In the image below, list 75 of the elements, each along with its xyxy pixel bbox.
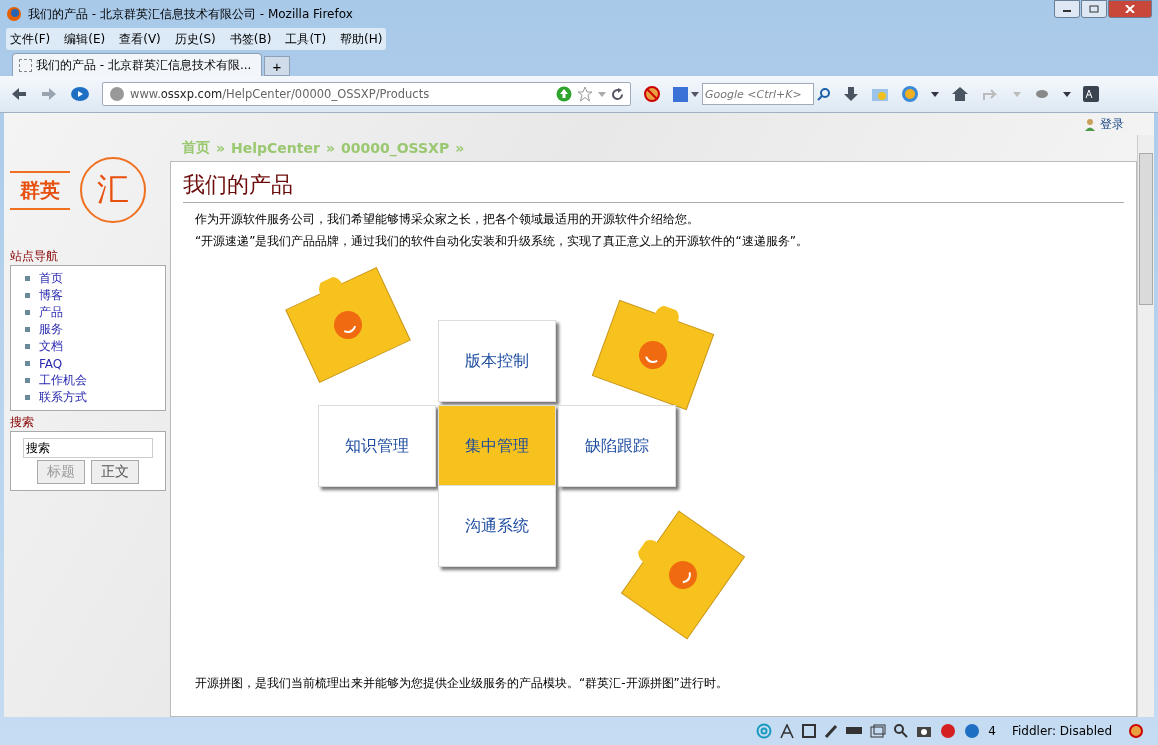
section-title: 搜索 (10, 414, 35, 431)
minimize-button[interactable] (1054, 0, 1080, 18)
star-icon[interactable] (577, 86, 593, 102)
back-arrow-icon[interactable] (10, 86, 28, 102)
address-field[interactable]: www.ossxp.com/HelpCenter/00000_OSSXP/Products (102, 82, 631, 106)
page-icon (19, 58, 32, 72)
caret-icon[interactable] (691, 91, 699, 97)
ball-icon[interactable] (940, 723, 957, 739)
play-circle-icon[interactable] (70, 86, 90, 102)
nav-link[interactable]: 博客 (39, 287, 63, 304)
puzzle-piece: 版本控制 (438, 320, 556, 402)
font-icon[interactable] (1083, 86, 1099, 102)
bullet-icon (25, 361, 30, 366)
breadcrumb-separator: » (455, 140, 465, 156)
nav-link[interactable]: 服务 (39, 321, 63, 338)
menu-item[interactable]: 查看(V) (119, 30, 161, 48)
bullet-icon (25, 276, 30, 281)
menu-item[interactable]: 文件(F) (10, 30, 51, 48)
maximize-icon (1089, 4, 1099, 13)
windows-icon[interactable] (870, 724, 887, 738)
breadcrumb-separator: » (325, 140, 335, 156)
font-icon[interactable] (780, 723, 795, 739)
search-button[interactable]: 正文 (91, 460, 139, 484)
breadcrumb-separator: » (216, 140, 226, 156)
nav-link[interactable]: 产品 (39, 304, 63, 321)
menu-item[interactable]: 编辑(E) (64, 30, 106, 48)
menu-item[interactable]: 工具(T) (285, 30, 327, 48)
url-text: www.ossxp.com/HelpCenter/00000_OSSXP/Products (130, 87, 431, 101)
login-link[interactable]: 登录 (1100, 115, 1124, 133)
fiddler-status[interactable]: Fiddler: Disabled (1011, 724, 1112, 738)
nav-link[interactable]: 工作机会 (39, 372, 87, 389)
camera-icon[interactable] (916, 724, 933, 738)
bullet-icon (25, 378, 30, 383)
logo-stamp: 群英 汇 (10, 135, 170, 245)
count-text: 4 (988, 724, 996, 738)
section-title: 站点导航 (10, 248, 59, 265)
home-icon[interactable] (951, 86, 969, 102)
nav-link[interactable]: 联系方式 (39, 389, 87, 406)
page-heading: 我们的产品 (183, 170, 1124, 203)
bullet-icon (25, 327, 30, 332)
intro-paragraph: 作为开源软件服务公司，我们希望能够博采众家之长，把各个领域最适用的开源软件介绍给您。 (195, 211, 700, 227)
menu-item[interactable]: 书签(B) (229, 30, 272, 48)
puzzle-piece: 知识管理 (318, 405, 436, 487)
site-search-field[interactable]: 搜索 (23, 438, 153, 458)
blocked-icon[interactable] (643, 85, 661, 103)
new-tab-button[interactable]: + (264, 56, 290, 76)
magnifier-icon[interactable] (894, 724, 909, 738)
caret-icon[interactable] (1063, 91, 1071, 97)
nav-link[interactable]: FAQ (39, 356, 63, 371)
scrollbar[interactable] (1137, 135, 1154, 717)
search-icon[interactable] (817, 87, 831, 101)
intro-paragraph: “开源速递”是我们产品品牌，通过我们的软件自动化安装和升级系统，实现了真正意义上的开源软件的“速递服务”。 (195, 233, 809, 249)
puzzle-piece: 缺陷跟踪 (558, 405, 676, 487)
nav-link[interactable]: 首页 (39, 270, 63, 287)
nav-link[interactable]: 文档 (39, 338, 63, 355)
blocked-icon[interactable] (1128, 723, 1144, 739)
bullet-icon (25, 293, 30, 298)
window-title: 我们的产品 - 北京群英汇信息技术有限公司 - Mozilla Firefox (28, 5, 354, 23)
close-button[interactable] (1108, 0, 1152, 18)
footer-paragraph: 开源拼图，是我们当前梳理出来并能够为您提供企业级服务的产品模块。“群英汇-开源拼图”进行时。 (195, 675, 729, 691)
menu-item[interactable]: 历史(S) (174, 30, 216, 48)
puzzle-piece: 集中管理 (438, 405, 556, 487)
puzzle-piece: 沟通系统 (438, 485, 556, 567)
browser-tab[interactable]: 我们的产品 - 北京群英汇信息技术有限... (12, 53, 262, 76)
user-icon (1084, 117, 1096, 131)
bullet-icon (25, 344, 30, 349)
close-icon (1125, 4, 1135, 13)
bullet-icon (25, 310, 30, 315)
bullet-icon (25, 395, 30, 400)
play-circle-icon[interactable] (964, 723, 981, 739)
search-field[interactable]: Google <Ctrl+K> (702, 83, 814, 105)
caret-icon[interactable] (931, 91, 939, 97)
download-arrow-icon[interactable] (843, 86, 859, 102)
reload-icon[interactable] (611, 87, 624, 101)
menu-item[interactable]: 帮助(H) (340, 30, 383, 48)
